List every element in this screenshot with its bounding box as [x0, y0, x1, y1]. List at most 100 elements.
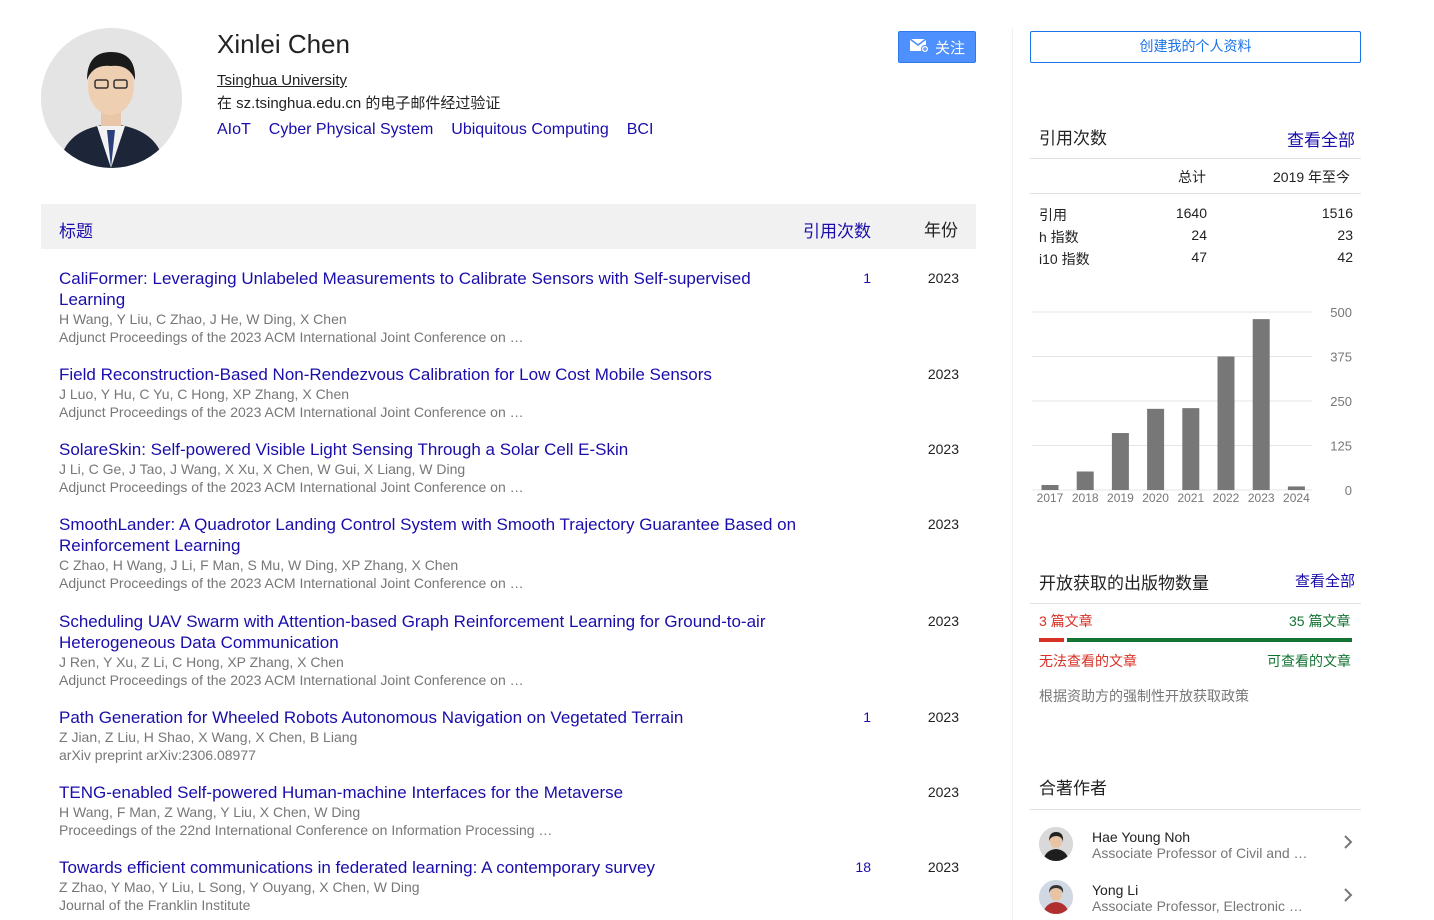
stat-total: 1640 — [1175, 205, 1207, 221]
table-row: CaliFormer: Leveraging Unlabeled Measure… — [59, 268, 976, 346]
stats-col-since: 2019 年至今 — [1273, 169, 1351, 185]
article-title[interactable]: Towards efficient communications in fede… — [59, 857, 799, 878]
open-access-bar — [1039, 638, 1352, 642]
coauthors-title: 合著作者 — [1039, 779, 1107, 798]
sort-by-year[interactable]: 年份 — [924, 216, 958, 241]
interest-tag[interactable]: BCI — [627, 121, 654, 139]
citations-chart: 500 375 250 125 0 2017 2018 2019 2020 2021 2022 202… — [1032, 305, 1352, 505]
table-row: SmoothLander: A Quadrotor Landing Contro… — [59, 514, 976, 592]
article-venue: Proceedings of the 22nd International Co… — [59, 822, 553, 838]
x-tick-label: 2018 — [1072, 491, 1099, 505]
article-year: 2023 — [927, 441, 959, 457]
article-venue: arXiv preprint arXiv:2306.08977 — [59, 747, 256, 763]
interest-tag[interactable]: Cyber Physical System — [269, 121, 434, 139]
article-year: 2023 — [927, 784, 959, 800]
sidebar-divider — [1012, 28, 1013, 920]
article-year: 2023 — [927, 613, 959, 629]
coauthor-item[interactable]: Hae Young Noh Associate Professor of Civ… — [1039, 827, 1359, 867]
article-authors: H Wang, F Man, Z Wang, Y Liu, X Chen, W … — [59, 804, 361, 820]
article-title[interactable]: Scheduling UAV Swarm with Attention-base… — [59, 611, 799, 653]
coauthor-desc: Associate Professor of Civil and … — [1092, 845, 1308, 861]
article-authors: Z Zhao, Y Mao, Y Liu, L Song, Y Ouyang, … — [59, 879, 420, 895]
article-title[interactable]: CaliFormer: Leveraging Unlabeled Measure… — [59, 268, 799, 310]
table-row: Scheduling UAV Swarm with Attention-base… — [59, 611, 976, 689]
mail-icon — [909, 37, 929, 57]
x-tick-label: 2022 — [1213, 491, 1240, 505]
x-tick-label: 2021 — [1177, 491, 1204, 505]
interest-tags: AIoT Cyber Physical System Ubiquitous Co… — [217, 121, 653, 139]
x-tick-label: 2017 — [1037, 491, 1064, 505]
coauthor-name: Hae Young Noh — [1092, 829, 1191, 845]
chart-bar-2020[interactable] — [1147, 408, 1165, 490]
chevron-right-icon — [1341, 833, 1355, 856]
profile-photo — [41, 28, 182, 168]
sort-by-citations[interactable]: 引用次数 — [803, 217, 871, 242]
x-tick-label: 2019 — [1107, 491, 1134, 505]
divider — [1030, 158, 1361, 159]
chart-bar-2017[interactable] — [1041, 485, 1059, 490]
y-tick-label: 0 — [1345, 483, 1352, 498]
chart-bar-2019[interactable] — [1111, 433, 1129, 490]
chart-bar-2021[interactable] — [1182, 408, 1200, 490]
article-year: 2023 — [927, 366, 959, 382]
cited-by-view-all[interactable]: 查看全部 — [1287, 126, 1355, 151]
chart-bar-2023[interactable] — [1252, 319, 1270, 490]
chart-bar-2024[interactable] — [1287, 486, 1305, 490]
oa-available-count: 35 篇文章 — [1289, 613, 1351, 629]
table-row: Field Reconstruction-Based Non-Rendezvou… — [59, 364, 976, 421]
article-title[interactable]: TENG-enabled Self-powered Human-machine … — [59, 782, 799, 803]
article-authors: J Ren, Y Xu, Z Li, C Hong, XP Zhang, X C… — [59, 654, 344, 670]
article-venue: Journal of the Franklin Institute — [59, 897, 251, 913]
stats-col-total: 总计 — [1178, 169, 1206, 185]
y-tick-label: 500 — [1330, 305, 1352, 320]
open-access-view-all[interactable]: 查看全部 — [1295, 570, 1355, 591]
stat-label: h 指数 — [1039, 229, 1079, 245]
table-row: SolareSkin: Self-powered Visible Light S… — [59, 439, 976, 496]
cited-by-title: 引用次数 — [1039, 129, 1107, 148]
x-tick-label: 2024 — [1283, 491, 1310, 505]
divider — [1030, 193, 1361, 194]
coauthor-item[interactable]: Yong Li Associate Professor, Electronic … — [1039, 880, 1359, 920]
interest-tag[interactable]: AIoT — [217, 121, 251, 139]
article-year: 2023 — [927, 270, 959, 286]
article-title[interactable]: Path Generation for Wheeled Robots Auton… — [59, 707, 799, 728]
stat-total: 47 — [1191, 249, 1207, 265]
y-tick-label: 250 — [1330, 394, 1352, 409]
follow-button[interactable]: 关注 — [898, 31, 976, 63]
x-tick-label: 2020 — [1142, 491, 1169, 505]
table-row: Towards efficient communications in fede… — [59, 857, 976, 914]
sort-by-title[interactable]: 标题 — [59, 217, 93, 242]
stat-since: 42 — [1337, 249, 1353, 265]
article-authors: J Li, C Ge, J Tao, J Wang, X Xu, X Chen,… — [59, 461, 466, 477]
article-venue: Adjunct Proceedings of the 2023 ACM Inte… — [59, 404, 524, 420]
y-tick-label: 375 — [1330, 350, 1352, 365]
article-authors: H Wang, Y Liu, C Zhao, J He, W Ding, X C… — [59, 311, 347, 327]
oa-bar-unavailable — [1039, 638, 1064, 642]
create-profile-button[interactable]: 创建我的个人资料 — [1030, 31, 1361, 63]
article-citations[interactable]: 1 — [829, 709, 871, 725]
article-year: 2023 — [927, 709, 959, 725]
oa-unavailable-label: 无法查看的文章 — [1039, 653, 1137, 669]
article-title[interactable]: Field Reconstruction-Based Non-Rendezvou… — [59, 364, 799, 385]
stat-total: 24 — [1191, 227, 1207, 243]
article-venue: Adjunct Proceedings of the 2023 ACM Inte… — [59, 672, 524, 688]
article-title[interactable]: SmoothLander: A Quadrotor Landing Contro… — [59, 514, 799, 556]
y-tick-label: 125 — [1330, 439, 1352, 454]
article-authors: C Zhao, H Wang, J Li, F Man, S Mu, W Din… — [59, 557, 459, 573]
stat-since: 23 — [1337, 227, 1353, 243]
stat-since: 1516 — [1321, 205, 1353, 221]
interest-tag[interactable]: Ubiquitous Computing — [451, 121, 608, 139]
profile-name: Xinlei Chen — [217, 29, 350, 59]
article-citations[interactable]: 18 — [829, 859, 871, 875]
divider — [1030, 809, 1361, 810]
x-tick-label: 2023 — [1248, 491, 1275, 505]
affiliation-link[interactable]: Tsinghua University — [217, 72, 347, 89]
article-citations[interactable]: 1 — [829, 270, 871, 286]
avatar — [1039, 880, 1073, 914]
stat-label: i10 指数 — [1039, 251, 1090, 267]
verified-email: 在 sz.tsinghua.edu.cn 的电子邮件经过验证 — [217, 95, 501, 112]
stat-label: 引用 — [1039, 207, 1067, 223]
chart-bar-2018[interactable] — [1076, 471, 1094, 490]
chart-bar-2022[interactable] — [1217, 356, 1235, 491]
article-title[interactable]: SolareSkin: Self-powered Visible Light S… — [59, 439, 799, 460]
